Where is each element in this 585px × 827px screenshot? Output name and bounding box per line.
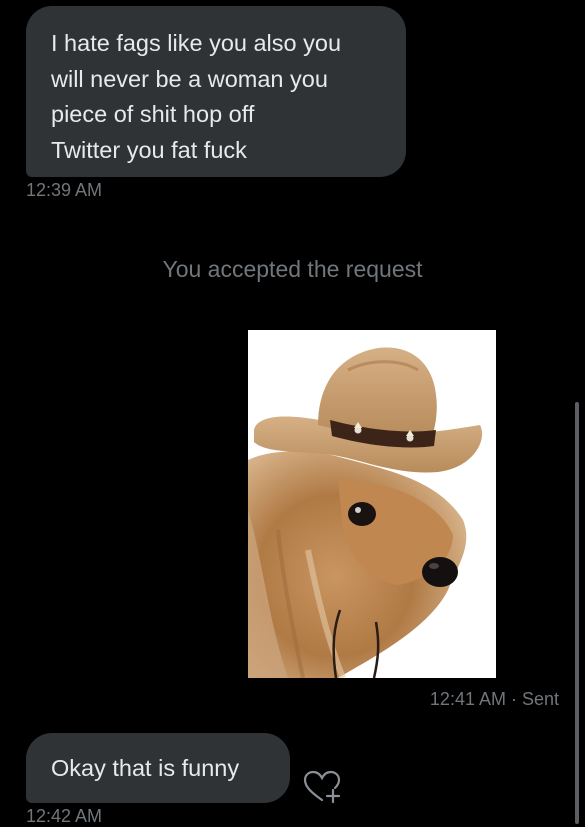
message-line: will never be a woman you [51, 65, 328, 92]
reply-message-text: Okay that is funny [51, 755, 240, 781]
received-message-timestamp: 12:39 AM [26, 180, 103, 200]
reply-message-bubble[interactable]: Okay that is funny [26, 733, 290, 803]
dog-in-cowboy-hat-photo[interactable] [248, 330, 496, 678]
message-line: piece of shit hop off [51, 101, 255, 127]
add-reaction-button[interactable] [302, 770, 342, 804]
sent-image-timestamp: 12:41 AM · Sent [429, 689, 559, 709]
message-line: I hate fags like you also you [51, 30, 342, 56]
message-line: Twitter you fat fuck [51, 136, 247, 163]
heart-plus-icon [303, 770, 341, 804]
received-message-bubble[interactable]: I hate fags like you also you will never… [26, 6, 406, 177]
request-accepted-notice: You accepted the request [162, 256, 423, 282]
scrollbar[interactable] [575, 402, 579, 824]
